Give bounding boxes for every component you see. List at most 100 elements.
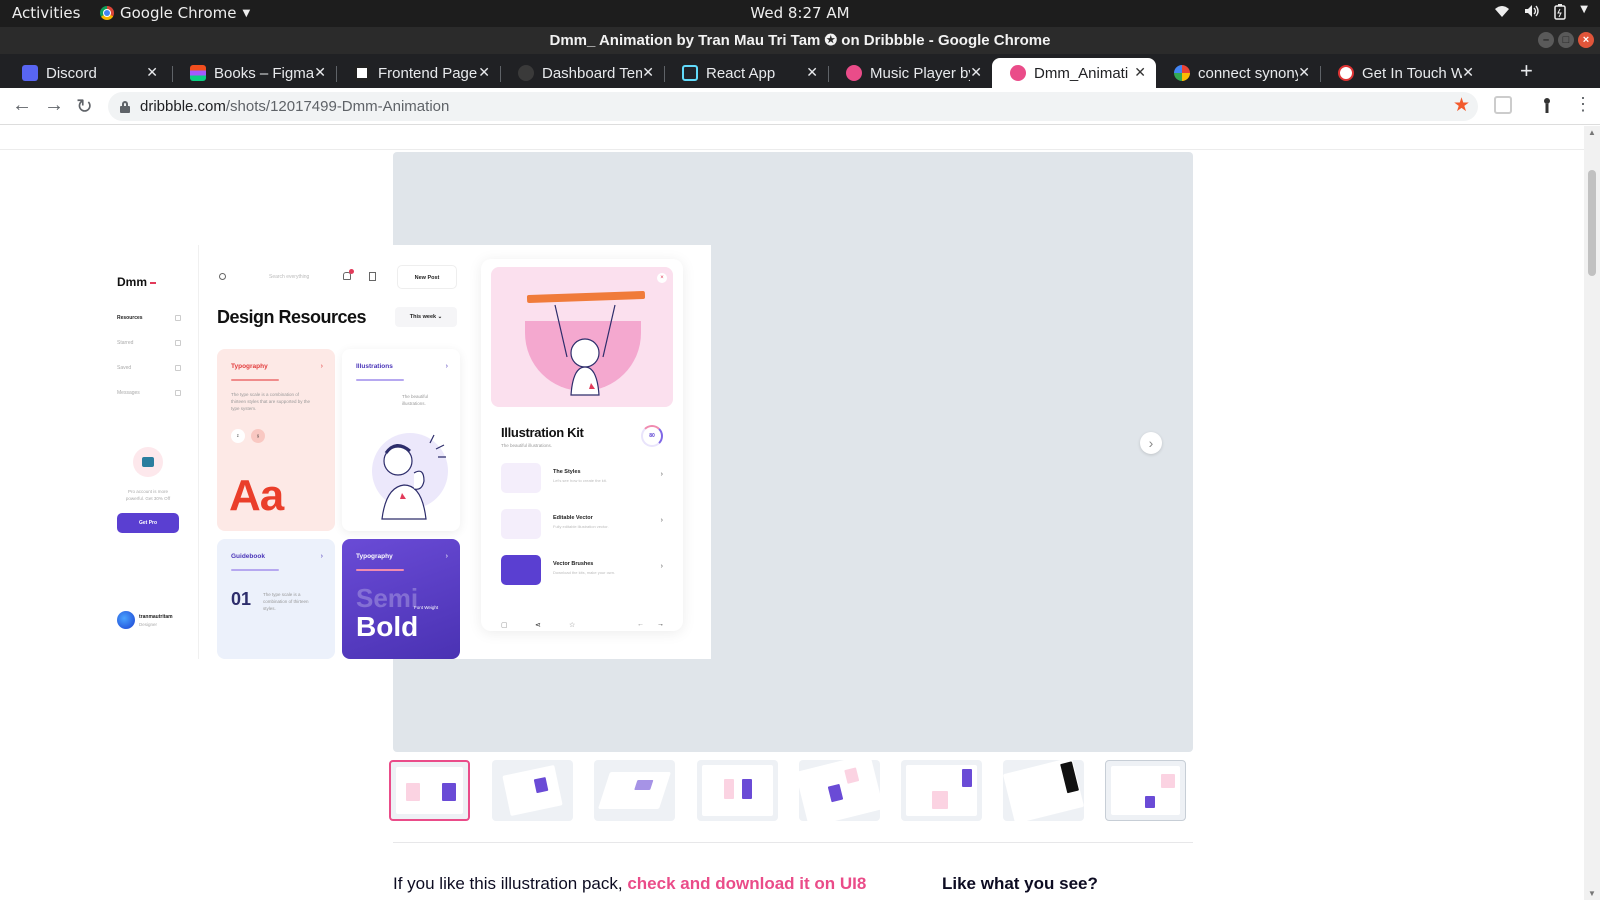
google-icon — [1174, 65, 1190, 81]
shot-thumbnails — [389, 760, 1199, 824]
card-chip: § — [251, 429, 265, 443]
window-title: Dmm_ Animation by Tran Mau Tri Tam ✪ on … — [549, 32, 1051, 49]
tab-react-app[interactable]: React App ✕ — [664, 58, 828, 88]
close-icon[interactable]: ✕ — [478, 64, 490, 81]
close-icon[interactable]: ✕ — [970, 64, 982, 81]
tab-frontend-page[interactable]: Frontend Page ✕ — [336, 58, 500, 88]
thumbnail[interactable] — [492, 760, 573, 821]
mock-kit-title: Illustration Kit — [501, 425, 584, 440]
mock-nav-item: Starred — [117, 340, 181, 346]
card-bar — [231, 569, 279, 571]
mock-logo: Dmm — [117, 275, 156, 289]
shot-image: Dmm Resources Starred Saved Messages Pro… — [97, 245, 711, 659]
card-desc: The type scale is a combination of thirt… — [231, 392, 311, 412]
activities-button[interactable]: Activities — [12, 4, 80, 22]
scroll-down-icon[interactable]: ▼ — [1588, 889, 1596, 898]
url-host: dribbble.com — [140, 98, 226, 115]
mock-user-role: Designer — [139, 622, 158, 627]
thumbnail[interactable] — [1003, 760, 1084, 821]
chevron-right-icon: › — [660, 471, 663, 478]
tab-title: Dmm_Animati — [1034, 64, 1129, 82]
volume-icon — [1524, 4, 1540, 24]
tab-connect-synonym[interactable]: connect synony ✕ — [1156, 58, 1320, 88]
tab-music-player[interactable]: Music Player by ✕ — [828, 58, 992, 88]
card-tooltip: Font Weight — [414, 605, 439, 610]
item-desc: Download the kits, make your own. — [553, 570, 616, 575]
close-icon[interactable]: ✕ — [1462, 64, 1474, 81]
chevron-right-icon[interactable]: › — [1140, 432, 1162, 454]
tab-dashboard[interactable]: Dashboard Tem ✕ — [500, 58, 664, 88]
mock-kit-panel: × Illustration Kit The beautiful illustr… — [481, 259, 683, 631]
bookmark-icon — [369, 272, 376, 281]
thumbnail[interactable] — [799, 760, 880, 821]
card-title: Typography — [231, 363, 268, 370]
tab-figma[interactable]: Books – Figma ✕ — [172, 58, 336, 88]
lock-icon[interactable] — [120, 100, 130, 113]
profile-icon[interactable] — [1538, 96, 1556, 114]
tab-discord[interactable]: Discord ✕ — [4, 58, 168, 88]
mock-page-title: Design Resources — [217, 307, 367, 327]
scroll-up-icon[interactable]: ▲ — [1588, 128, 1596, 137]
card-desc: The beautiful illustrations. — [402, 394, 429, 407]
card-bold-text: Bold — [356, 611, 419, 642]
item-name: Editable Vector — [553, 515, 593, 521]
mock-nav-item: Resources — [117, 315, 181, 321]
thumbnail[interactable] — [697, 760, 778, 821]
chevron-right-icon: › — [660, 563, 663, 570]
forward-arrow-icon[interactable]: → — [44, 94, 64, 117]
ui8-link[interactable]: check and download it on UI8 — [627, 874, 866, 893]
system-tray[interactable]: ▼ — [1494, 4, 1588, 24]
mock-promo-text: Pro account is more powerful. Get 30% Of… — [125, 489, 171, 501]
thumbnail[interactable] — [389, 760, 470, 821]
page-content: › Dmm Resources Starred Saved Messages P… — [0, 126, 1584, 900]
close-window-button[interactable]: × — [1578, 32, 1594, 48]
card-semi-text: Semi — [356, 583, 419, 613]
header-divider — [0, 149, 1584, 150]
tab-title: Frontend Page — [378, 64, 478, 82]
site-icon — [1338, 65, 1354, 81]
mock-card-illustrations: Illustrations › The beautiful illustrati… — [342, 349, 460, 531]
close-icon[interactable]: ✕ — [1134, 64, 1146, 81]
mock-new-post-button: New Post — [397, 265, 457, 289]
item-desc: Fully editable illustration vector. — [553, 524, 609, 529]
chevron-down-icon: ▼ — [1580, 4, 1588, 15]
thumbnail[interactable] — [594, 760, 675, 821]
discord-icon — [22, 65, 38, 81]
back-arrow-icon[interactable]: ← — [12, 94, 32, 117]
address-bar[interactable]: dribbble.com/shots/12017499-Dmm-Animatio… — [108, 92, 1478, 121]
tab-title: Dashboard Tem — [542, 64, 642, 82]
bookmark-star-icon[interactable]: ★ — [1453, 94, 1470, 117]
chrome-icon — [100, 6, 114, 20]
maximize-button[interactable]: □ — [1558, 32, 1574, 48]
close-icon[interactable]: ✕ — [806, 64, 818, 81]
shot-description: If you like this illustration pack, chec… — [393, 874, 866, 894]
close-icon[interactable]: ✕ — [642, 64, 654, 81]
pencil-illustration: × — [491, 267, 673, 407]
minimize-button[interactable]: – — [1538, 32, 1554, 48]
item-thumbnail — [501, 555, 541, 585]
tab-title: Discord — [46, 64, 97, 82]
mock-card-typography-weight: Typography › Semi Bold Font Weight — [342, 539, 460, 659]
content-divider — [393, 842, 1193, 843]
close-icon[interactable]: ✕ — [314, 64, 326, 81]
folder-icon — [175, 365, 181, 371]
more-menu-icon[interactable]: ⋮ — [1574, 94, 1592, 115]
tab-dmm-animation[interactable]: Dmm_Animati ✕ — [992, 58, 1156, 88]
reload-icon[interactable]: ↻ — [76, 94, 93, 119]
mock-kit-subtitle: The beautiful illustrations. — [501, 443, 553, 448]
close-icon[interactable]: ✕ — [1298, 64, 1310, 81]
app-menu[interactable]: Google Chrome ▼ — [100, 4, 250, 22]
scrollbar-thumb[interactable] — [1588, 170, 1596, 276]
page-scrollbar[interactable]: ▲ ▼ — [1584, 126, 1600, 900]
close-icon[interactable]: ✕ — [146, 64, 158, 81]
card-bar — [231, 379, 279, 381]
app-menu-label: Google Chrome — [120, 4, 237, 22]
new-tab-button[interactable]: + — [1520, 58, 1533, 84]
thumbnail[interactable] — [901, 760, 982, 821]
thumbnail[interactable] — [1105, 760, 1186, 821]
extension-icon[interactable] — [1494, 96, 1512, 114]
tab-title: Get In Touch W — [1362, 64, 1462, 82]
window-title-bar: Dmm_ Animation by Tran Mau Tri Tam ✪ on … — [0, 27, 1600, 54]
tab-get-in-touch[interactable]: Get In Touch W ✕ — [1320, 58, 1484, 88]
like-what-you-see-heading: Like what you see? — [942, 874, 1098, 893]
